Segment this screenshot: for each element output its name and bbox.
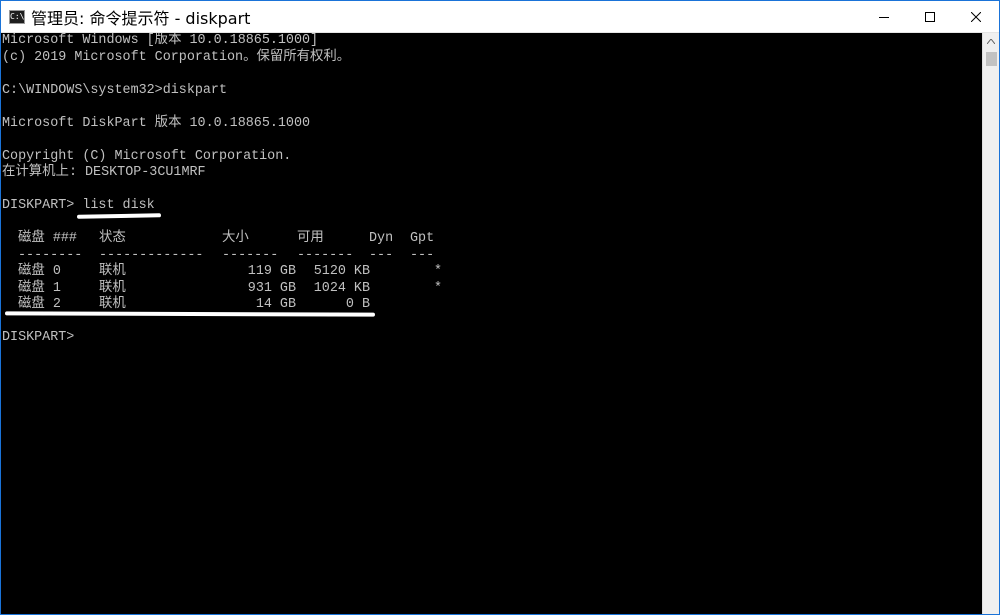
close-icon <box>971 11 981 22</box>
minimize-icon <box>879 16 889 18</box>
table-cell-size: 119 GB <box>247 264 296 279</box>
table-cell-status: 联机 <box>99 264 126 279</box>
table-separator: ------------- <box>99 247 204 263</box>
table-separator: --- <box>369 247 394 263</box>
table-header-size: 大小 <box>222 231 249 246</box>
minimize-button[interactable] <box>861 1 907 32</box>
table-separator: --- <box>410 247 435 263</box>
console-line: C:\WINDOWS\system32>diskpart <box>2 82 227 98</box>
table-separator: ------- <box>297 247 354 263</box>
title-bar[interactable]: C:\ 管理员: 命令提示符 - diskpart <box>1 1 999 33</box>
highlight-underline <box>4 311 376 317</box>
table-cell-gpt: * <box>434 264 443 279</box>
command-prompt: DISKPART> <box>2 330 75 345</box>
table-header-gpt: Gpt <box>410 231 435 246</box>
table-cell-disk: 磁盘 0 <box>18 264 61 279</box>
window-title: 管理员: 命令提示符 - diskpart <box>31 8 251 28</box>
table-separator: -------- <box>18 247 83 263</box>
console-window: C:\ 管理员: 命令提示符 - diskpart Microsoft Wind… <box>0 0 1000 615</box>
close-button[interactable] <box>953 1 999 32</box>
table-cell-gpt: * <box>434 280 443 296</box>
command-line: DISKPART> list disk <box>2 198 155 213</box>
cmd-icon[interactable]: C:\ <box>9 9 25 24</box>
console-line: Microsoft Windows [版本 10.0.18865.1000] <box>2 33 319 48</box>
table-header-dyn: Dyn <box>369 231 394 246</box>
table-cell-free: 0 B <box>345 297 370 312</box>
scroll-up-button[interactable] <box>983 33 999 50</box>
console-line: Copyright (C) Microsoft Corporation. <box>2 148 292 164</box>
table-cell-free: 5120 KB <box>313 264 370 279</box>
table-header-status: 状态 <box>99 231 126 246</box>
window-controls <box>861 1 999 32</box>
table-cell-size: 931 GB <box>247 280 296 296</box>
console-line: Microsoft DiskPart 版本 10.0.18865.1000 <box>2 115 311 131</box>
table-cell-size: 14 GB <box>255 297 296 312</box>
chevron-up-icon <box>987 39 995 44</box>
table-separator: ------- <box>222 247 279 263</box>
maximize-button[interactable] <box>907 1 953 32</box>
scrollbar-thumb[interactable] <box>986 52 997 66</box>
table-cell-free: 1024 KB <box>313 280 370 296</box>
table-cell-disk: 磁盘 1 <box>18 280 61 296</box>
table-header-disk: 磁盘 ### <box>18 231 77 246</box>
table-cell-status: 联机 <box>99 280 126 296</box>
console-line: 在计算机上: DESKTOP-3CU1MRF <box>2 165 206 180</box>
console-line: (c) 2019 Microsoft Corporation。保留所有权利。 <box>2 49 351 65</box>
maximize-icon <box>925 11 935 22</box>
console-output[interactable]: Microsoft Windows [版本 10.0.18865.1000] (… <box>1 33 982 614</box>
vertical-scrollbar[interactable] <box>982 33 999 614</box>
highlight-underline <box>76 213 162 219</box>
table-header-free: 可用 <box>297 231 324 246</box>
